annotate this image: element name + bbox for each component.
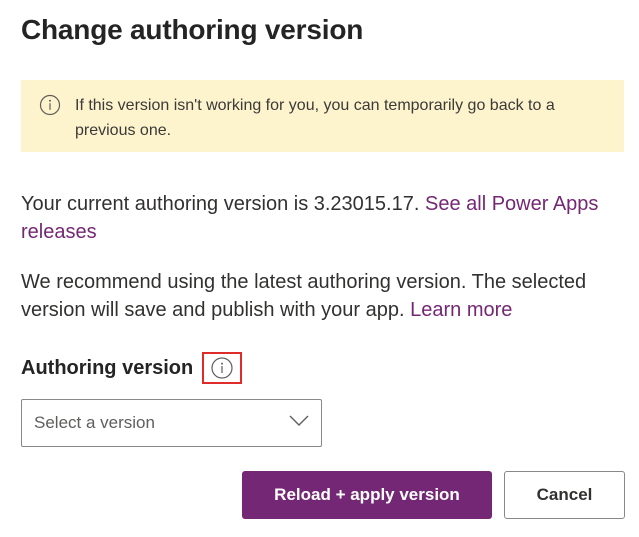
info-icon xyxy=(211,357,233,379)
banner-message: If this version isn't working for you, y… xyxy=(75,97,555,139)
recommendation-text: We recommend using the latest authoring … xyxy=(21,268,621,324)
current-version-text: Your current authoring version is 3.2301… xyxy=(21,190,621,246)
authoring-version-label: Authoring version xyxy=(21,356,194,379)
reload-apply-version-button[interactable]: Reload + apply version xyxy=(242,471,492,519)
authoring-version-label-row: Authoring version xyxy=(21,352,243,384)
current-version-label: Your current authoring version is 3.2301… xyxy=(21,193,420,215)
learn-more-link[interactable]: Learn more xyxy=(410,299,512,321)
info-icon xyxy=(39,94,61,116)
version-select-placeholder: Select a version xyxy=(34,413,155,432)
authoring-version-dropdown[interactable]: Select a version xyxy=(21,399,322,447)
dialog-title: Change authoring version xyxy=(21,14,364,45)
chevron-down-icon xyxy=(289,414,309,432)
authoring-version-info-button[interactable] xyxy=(202,352,243,384)
info-banner: If this version isn't working for you, y… xyxy=(21,80,624,152)
cancel-button[interactable]: Cancel xyxy=(504,471,625,519)
